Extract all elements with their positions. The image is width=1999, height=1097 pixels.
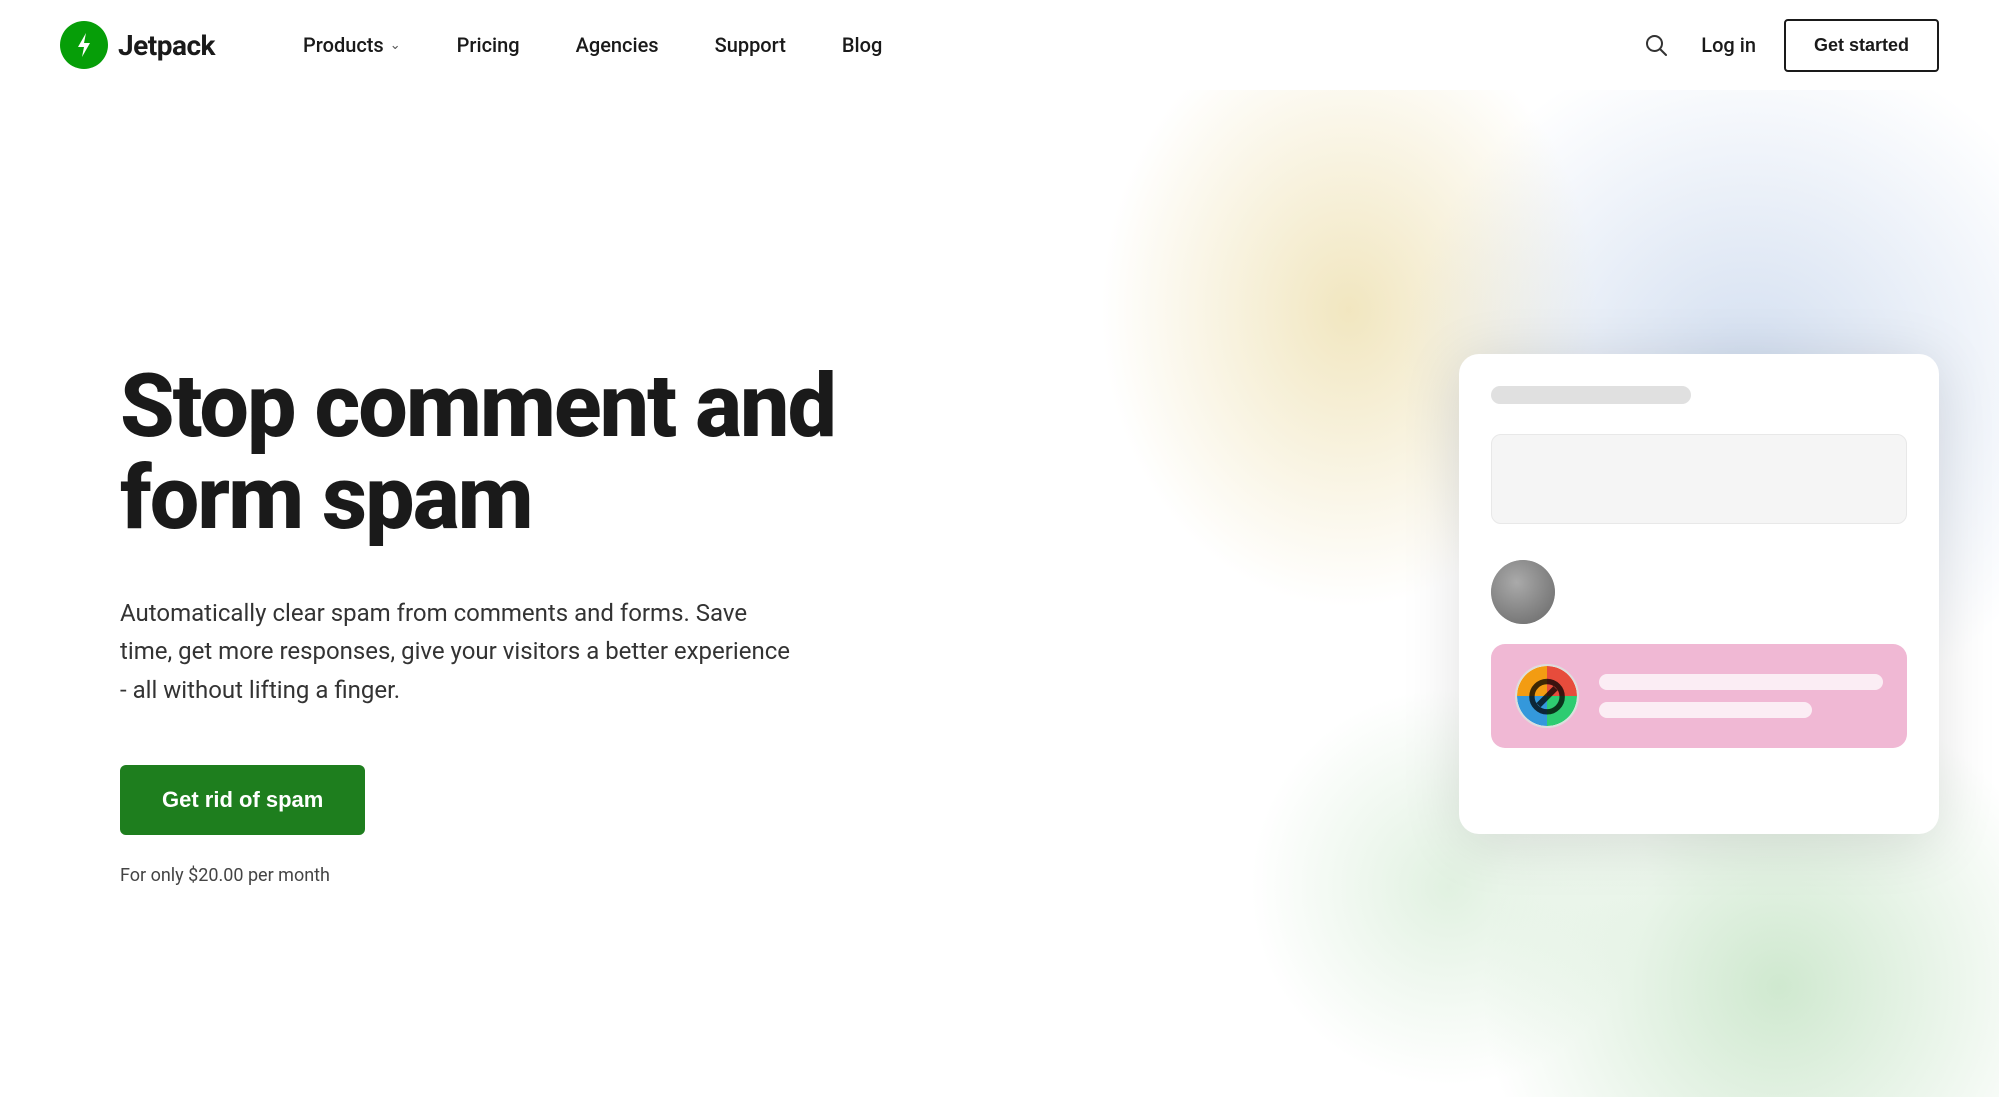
- nav-item-pricing[interactable]: Pricing: [429, 23, 548, 67]
- nav-link-pricing[interactable]: Pricing: [429, 23, 548, 67]
- jetpack-bolt-svg: [70, 31, 98, 59]
- card-mockup: ⊘: [1459, 354, 1939, 834]
- hero-content: Stop comment and form spam Automatically…: [0, 361, 900, 886]
- nav-link-blog[interactable]: Blog: [814, 23, 910, 67]
- comment-row-spam: ⊘: [1491, 644, 1907, 748]
- login-link[interactable]: Log in: [1701, 33, 1756, 57]
- price-note: For only $20.00 per month: [120, 865, 840, 886]
- search-icon: [1645, 34, 1667, 56]
- nav-item-blog[interactable]: Blog: [814, 23, 910, 67]
- navbar: Jetpack Products ⌄ Pricing Agencies Supp…: [0, 0, 1999, 90]
- logo-text: Jetpack: [118, 29, 215, 62]
- avatar-image: [1491, 560, 1555, 624]
- spam-text-lines: [1599, 674, 1883, 718]
- jetpack-logo-icon: [60, 21, 108, 69]
- hero-description: Automatically clear spam from comments a…: [120, 594, 800, 709]
- logo-link[interactable]: Jetpack: [60, 21, 215, 69]
- spam-line-1: [1599, 674, 1883, 690]
- hero-illustration: ⊘: [1459, 354, 1939, 834]
- get-started-button[interactable]: Get started: [1784, 19, 1939, 72]
- no-spam-icon: ⊘: [1525, 670, 1569, 722]
- cta-button[interactable]: Get rid of spam: [120, 765, 365, 835]
- nav-links: Products ⌄ Pricing Agencies Support Blog: [275, 23, 910, 67]
- nav-item-agencies[interactable]: Agencies: [548, 23, 687, 67]
- search-button[interactable]: [1639, 28, 1673, 62]
- hero-section: Stop comment and form spam Automatically…: [0, 90, 1999, 1097]
- card-top-bar: [1491, 386, 1691, 404]
- nav-link-agencies[interactable]: Agencies: [548, 23, 687, 67]
- spam-avatar: ⊘: [1515, 664, 1579, 728]
- hero-title: Stop comment and form spam: [120, 361, 840, 546]
- comment-row-normal: [1491, 560, 1907, 624]
- nav-link-products[interactable]: Products ⌄: [275, 23, 429, 67]
- avatar: [1491, 560, 1555, 624]
- nav-item-support[interactable]: Support: [687, 23, 814, 67]
- chevron-down-icon: ⌄: [390, 38, 401, 53]
- nav-right: Log in Get started: [1639, 19, 1939, 72]
- card-input-placeholder: [1491, 434, 1907, 524]
- spam-line-2: [1599, 702, 1812, 718]
- nav-link-support[interactable]: Support: [687, 23, 814, 67]
- nav-item-products[interactable]: Products ⌄: [275, 23, 429, 67]
